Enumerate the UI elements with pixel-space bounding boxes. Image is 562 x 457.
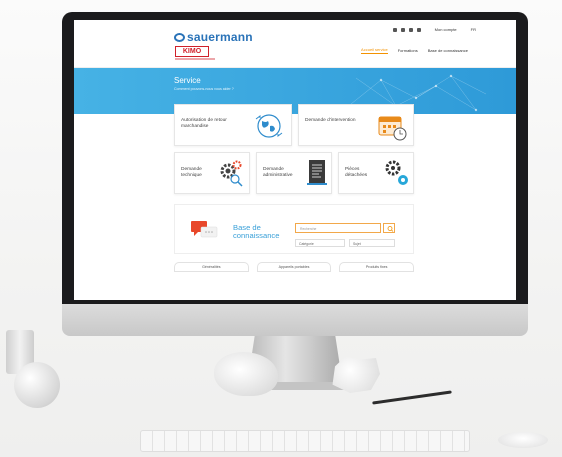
knowledge-base-title: Base de connaissance bbox=[233, 223, 280, 240]
tab-general[interactable]: Généralités bbox=[174, 262, 249, 272]
card-return-authorization[interactable]: Autorisation de retour marchandise bbox=[174, 104, 292, 146]
linkedin-icon[interactable] bbox=[400, 27, 405, 32]
search-button[interactable] bbox=[383, 223, 395, 233]
page-subtitle: Comment pouvons-nous vous aider ? bbox=[174, 87, 234, 91]
site-header: sauermann KIMO Mon compte FR Accueil ser… bbox=[74, 20, 516, 68]
knowledge-base-tabs: Généralités Appareils portables Produits… bbox=[174, 262, 415, 272]
card-label: Demande administrative bbox=[263, 167, 293, 178]
search-icon bbox=[387, 226, 394, 232]
globe-arrows-icon bbox=[255, 114, 283, 138]
calendar-clock-icon bbox=[378, 116, 407, 141]
top-bar: Mon compte FR bbox=[392, 27, 476, 32]
card-intervention-request[interactable]: Demande d'intervention bbox=[298, 104, 414, 146]
knowledge-search-input[interactable]: Recherche bbox=[295, 223, 381, 233]
decorative-bird bbox=[214, 352, 278, 396]
kimo-logo-tagline bbox=[175, 58, 215, 60]
card-label: Demande technique bbox=[181, 167, 202, 178]
knowledge-base-panel: Base de connaissance Recherche Catégorie… bbox=[174, 204, 414, 254]
desk-scene: sauermann KIMO Mon compte FR Accueil ser… bbox=[0, 0, 562, 457]
nav-item-knowledge-base[interactable]: Base de connaissance bbox=[428, 48, 468, 53]
card-label: Demande d'intervention bbox=[305, 118, 356, 123]
spare-parts-gears-icon bbox=[385, 160, 408, 185]
tab-portable-devices[interactable]: Appareils portables bbox=[256, 262, 332, 272]
hero-banner: Service Comment pouvons-nous vous aider … bbox=[74, 68, 516, 114]
category-select[interactable]: Catégorie bbox=[295, 239, 345, 247]
monitor-chin bbox=[62, 304, 528, 336]
document-icon bbox=[307, 160, 327, 185]
card-technical-request[interactable]: Demande technique bbox=[174, 152, 250, 194]
nav-item-home[interactable]: Accueil service bbox=[361, 47, 388, 54]
card-administrative-request[interactable]: Demande administrative bbox=[256, 152, 332, 194]
subject-select[interactable]: Sujet bbox=[349, 239, 395, 247]
main-nav: Accueil service Formations Base de conna… bbox=[361, 47, 468, 54]
monitor-screen: sauermann KIMO Mon compte FR Accueil ser… bbox=[74, 20, 516, 300]
facebook-icon[interactable] bbox=[392, 27, 397, 32]
page-title: Service bbox=[174, 76, 201, 85]
chat-bubbles-icon bbox=[191, 221, 218, 238]
kimo-logo[interactable]: KIMO bbox=[175, 46, 209, 57]
card-label: Autorisation de retour marchandise bbox=[181, 118, 227, 129]
language-selector[interactable]: FR bbox=[471, 27, 476, 32]
pen bbox=[372, 390, 452, 405]
decorative-sphere bbox=[14, 362, 60, 408]
tab-fixed-products[interactable]: Produits fixes bbox=[339, 262, 415, 272]
mouse bbox=[498, 432, 548, 448]
sauermann-logo-icon bbox=[174, 33, 185, 42]
gears-magnifier-icon bbox=[220, 160, 243, 187]
keyboard bbox=[140, 430, 470, 452]
card-spare-parts[interactable]: Pièces détachées bbox=[338, 152, 414, 194]
account-link[interactable]: Mon compte bbox=[435, 27, 457, 32]
nav-item-training[interactable]: Formations bbox=[398, 48, 418, 53]
twitter-icon[interactable] bbox=[408, 27, 413, 32]
sauermann-logo[interactable]: sauermann bbox=[174, 30, 253, 44]
youtube-icon[interactable] bbox=[416, 27, 421, 32]
card-label: Pièces détachées bbox=[345, 167, 368, 178]
